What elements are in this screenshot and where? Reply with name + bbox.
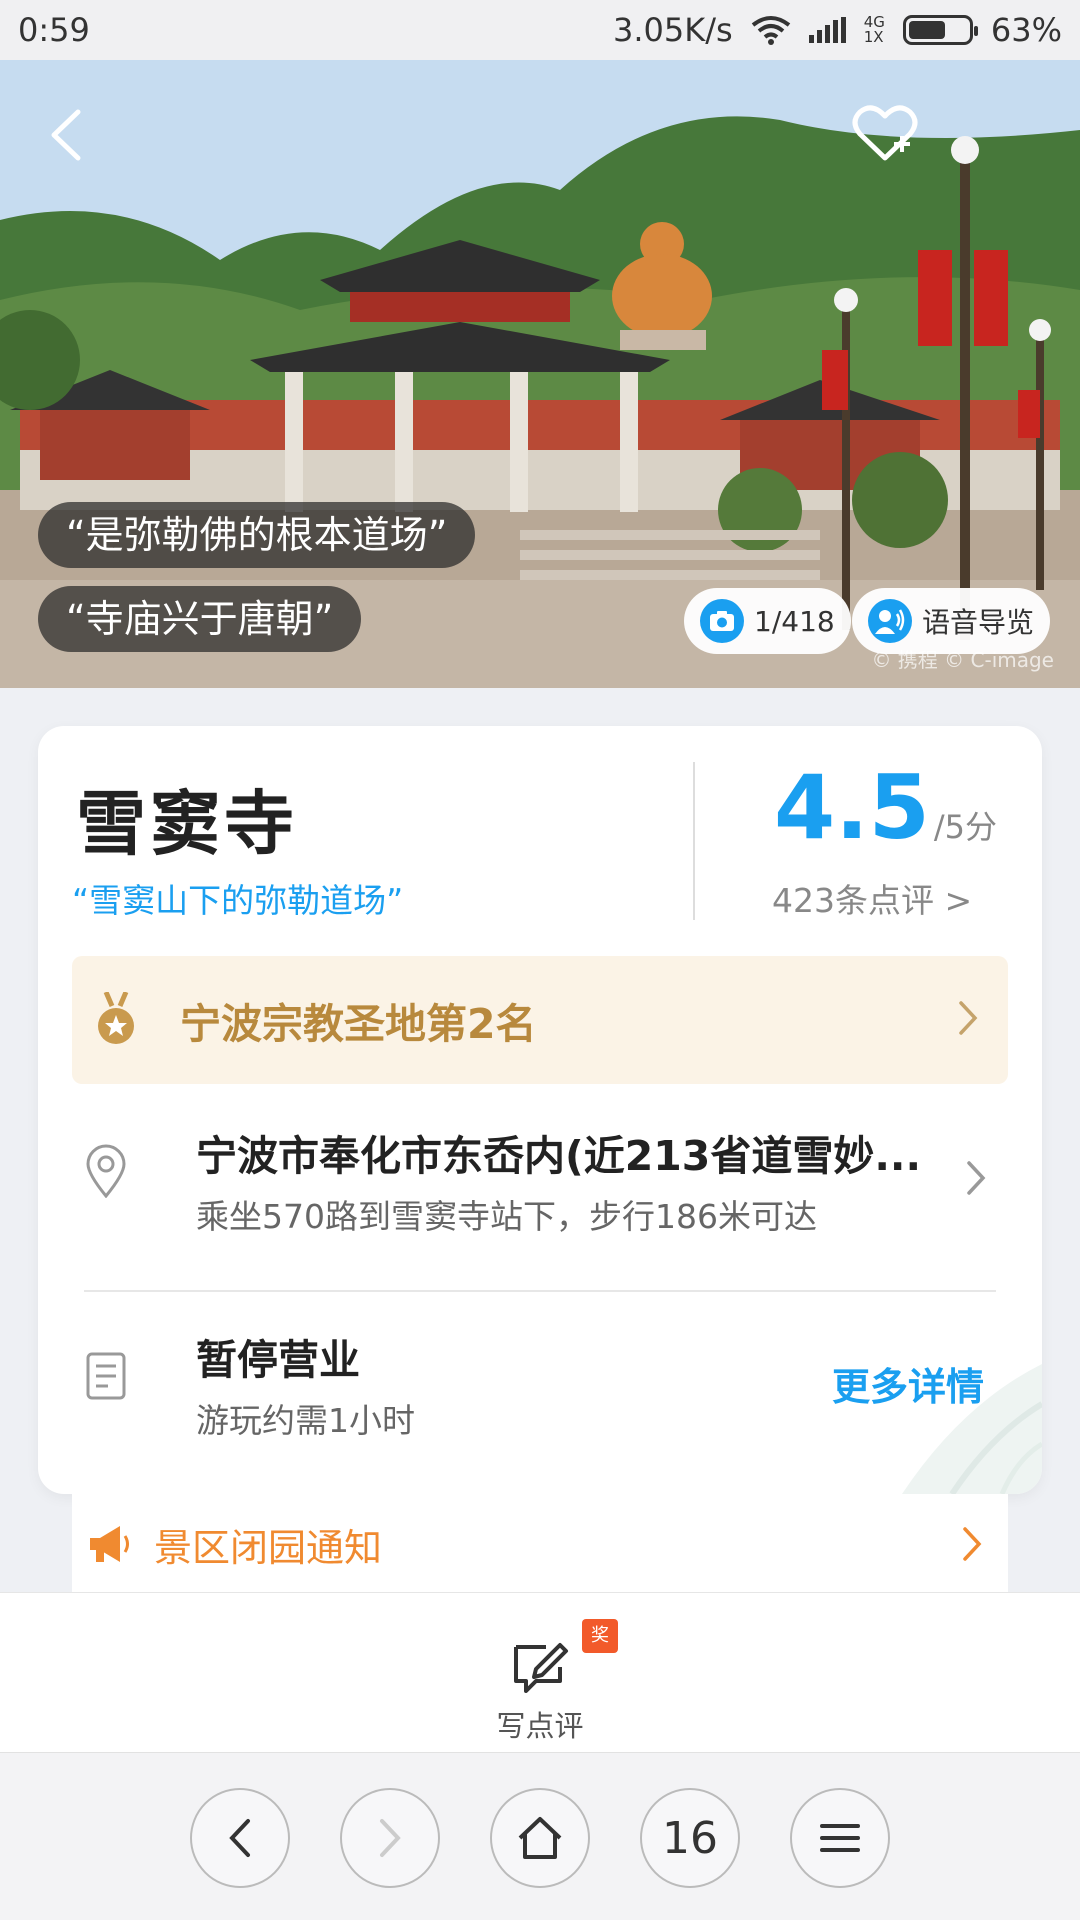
status-net-speed: 3.05K/s [613,11,733,49]
status-indicators: 3.05K/s 4G 1X 63% [613,11,1062,49]
browser-nav-bar: 16 [0,1752,1080,1920]
medal-icon [98,992,134,1044]
hero-photo[interactable]: “是弥勒佛的根本道场” “寺庙兴于唐朝” 1/418 语音导览 © 携程 © C… [0,60,1080,688]
reward-badge: 奖 [582,1619,618,1653]
battery-icon [902,15,978,45]
poi-info-card: 雪窦寺 “雪窦山下的弥勒道场” 4.5 /5分 423条点评 > 宁波宗教圣地第… [38,726,1042,1494]
action-bar: 奖 写点评 [0,1592,1080,1752]
poi-slogan: “雪窦山下的弥勒道场” [72,881,404,920]
write-review-label: 写点评 [496,1709,584,1743]
megaphone-icon [90,1526,129,1562]
poi-title: 雪窦寺 [76,783,298,865]
browser-menu-button[interactable] [790,1788,890,1888]
address-text: 宁波市奉化市东岙内(近213省道雪妙... [196,1132,922,1180]
chevron-right-icon [959,1001,978,1035]
review-count-link[interactable]: 423条点评 > [772,874,972,922]
wifi-icon [751,16,790,45]
camera-icon [700,599,744,643]
ranking-text: 宁波宗教圣地第2名 [180,1000,537,1048]
rating: 4.5 /5分 [774,756,997,859]
chevron-left-icon [229,1819,250,1857]
browser-tabs-button[interactable]: 16 [640,1788,740,1888]
audio-guide-label: 语音导览 [922,606,1035,639]
visit-duration: 游玩约需1小时 [196,1401,415,1440]
location-pin-icon [86,1144,126,1198]
browser-forward-button[interactable] [340,1788,440,1888]
opening-status: 暂停营业 [196,1336,360,1384]
write-review-button[interactable]: 奖 写点评 [480,1619,618,1743]
tab-count: 16 [662,1812,718,1864]
edit-icon [514,1643,568,1693]
rating-score: 4.5 [774,756,930,859]
divider [84,1290,996,1292]
back-icon [51,109,81,161]
favorite-button[interactable] [850,98,920,168]
transit-text: 乘坐570路到雪窦寺站下，步行186米可达 [196,1197,817,1236]
favorite-add-icon [852,105,918,161]
browser-back-button[interactable] [190,1788,290,1888]
menu-icon [820,1824,860,1852]
divider [693,762,695,920]
status-bar: 0:59 3.05K/s 4G 1X 63% [0,0,1080,60]
photo-gallery-button[interactable]: 1/418 [684,588,851,654]
rating-max: /5分 [933,808,998,846]
chevron-right-icon [967,1161,986,1195]
address-row[interactable]: 宁波市奉化市东岙内(近213省道雪妙... 乘坐570路到雪窦寺站下，步行186… [72,1104,1008,1244]
hero-quote-1: “是弥勒佛的根本道场” [38,502,476,568]
ranking-banner[interactable]: 宁波宗教圣地第2名 [72,956,1008,1084]
home-icon [518,1817,562,1859]
chevron-right-icon [963,1527,982,1561]
hero-quote-2: “寺庙兴于唐朝” [38,586,362,652]
audio-guide-icon [868,599,912,643]
battery-percent: 63% [990,11,1062,49]
status-time: 0:59 [18,11,90,49]
chevron-right-icon [380,1819,401,1857]
map-decoration [902,1364,1042,1494]
closure-notice[interactable]: 景区闭园通知 [72,1494,1008,1594]
back-button[interactable] [40,100,90,170]
document-icon [86,1352,126,1400]
network-type: 4G 1X [863,13,885,46]
photo-watermark: © 携程 © C-image [871,648,1054,672]
browser-home-button[interactable] [490,1788,590,1888]
photo-count: 1/418 [754,604,835,638]
closure-notice-text: 景区闭园通知 [154,1525,383,1570]
signal-strength-icon [808,17,846,43]
